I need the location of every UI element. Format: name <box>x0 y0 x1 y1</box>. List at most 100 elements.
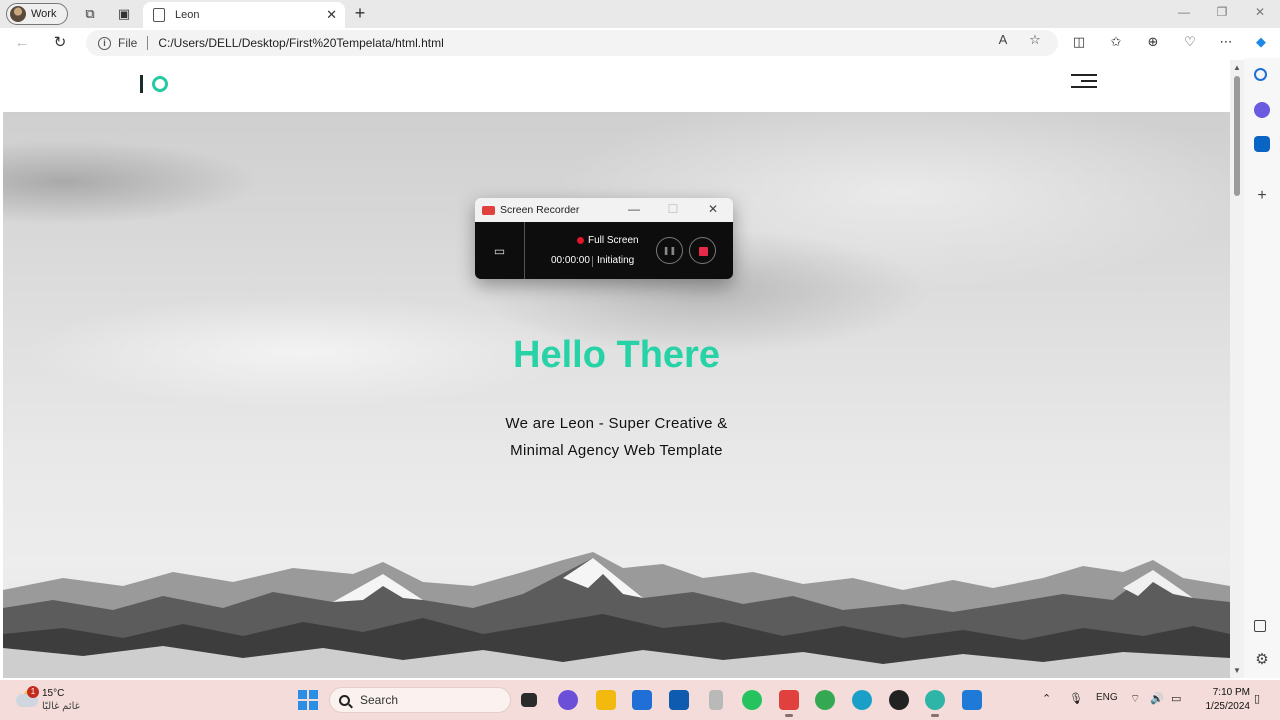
search-label: Search <box>360 693 399 707</box>
minimize-icon[interactable]: — <box>1174 5 1194 19</box>
weather-widget[interactable]: 1 15°C غائم غالبًا <box>14 686 94 716</box>
file-explorer-icon[interactable] <box>596 690 616 710</box>
site-logo[interactable] <box>140 75 168 93</box>
wifi-icon[interactable]: ⌔ <box>1130 692 1140 706</box>
more-options-icon[interactable]: ⋯ <box>1216 34 1236 50</box>
notifications-icon[interactable]: ▯ <box>1254 692 1260 705</box>
address-url[interactable]: C:/Users/DELL/Desktop/First%20Tempelata/… <box>158 36 443 50</box>
recording-dot-icon <box>577 237 584 244</box>
clock-time: 7:10 PM <box>1212 687 1250 698</box>
clock-date: 1/25/2024 <box>1205 701 1251 712</box>
tab-actions-icon[interactable]: ▣ <box>116 6 132 22</box>
hero-subtitle-line-1: We are Leon - Super Creative & <box>505 415 728 432</box>
hidden-icons-chevron-icon[interactable]: ⌃ <box>1042 692 1051 705</box>
recorder-maximize-icon: ☐ <box>667 202 679 216</box>
volume-icon[interactable]: 🔊 <box>1150 692 1164 705</box>
logo-bar <box>140 75 143 93</box>
mountains-image <box>3 552 1230 678</box>
refresh-icon[interactable]: ↻ <box>50 34 70 52</box>
browser-essentials-icon[interactable]: ♡ <box>1180 34 1200 50</box>
hero-title: Hello There <box>513 334 720 376</box>
language-indicator[interactable]: ENG <box>1096 692 1118 703</box>
menu-hamburger-icon[interactable] <box>1071 74 1097 90</box>
whatsapp-icon[interactable] <box>742 690 762 710</box>
recording-mode: Full Screen <box>588 235 639 246</box>
usb-drive-icon[interactable] <box>709 690 723 710</box>
pause-button[interactable]: ❚❚ <box>656 237 683 264</box>
search-icon[interactable] <box>1254 68 1267 81</box>
media-player-icon[interactable] <box>889 690 909 710</box>
taskbar: 1 15°C غائم غالبًا Search ⌃ 🎙 ENG ⌔ 🔊 ▭ … <box>0 680 1280 720</box>
document-icon <box>153 8 165 22</box>
logo-circle <box>152 76 168 92</box>
read-aloud-icon[interactable]: A <box>994 32 1012 47</box>
recorder-title: Screen Recorder <box>500 204 580 216</box>
settings-gear-icon[interactable]: ⚙ <box>1254 652 1270 668</box>
avatar <box>10 6 26 22</box>
stop-icon <box>699 247 708 256</box>
maximize-icon[interactable]: ❐ <box>1212 5 1232 19</box>
store-icon[interactable] <box>669 690 689 710</box>
hero-subtitle-line-2: Minimal Agency Web Template <box>510 442 723 459</box>
weather-temperature: 15°C <box>42 688 65 699</box>
split-screen-icon[interactable]: ◫ <box>1069 34 1089 50</box>
address-divider <box>147 36 149 50</box>
collections-icon[interactable]: ⊕ <box>1143 34 1163 50</box>
video-camera-icon <box>482 205 495 215</box>
new-tab-button[interactable]: + <box>350 3 370 24</box>
address-bar[interactable]: i File C:/Users/DELL/Desktop/First%20Tem… <box>86 30 1058 56</box>
open-folder-icon[interactable]: ▭ <box>475 222 525 279</box>
battery-icon[interactable]: ▭ <box>1171 692 1181 705</box>
scroll-up-arrow-icon[interactable]: ▲ <box>1233 63 1241 72</box>
edge-sidebar: + ⚙ <box>1244 58 1280 678</box>
info-icon[interactable]: i <box>98 36 111 50</box>
edge-active-icon[interactable] <box>925 690 945 717</box>
site-header <box>3 60 1230 112</box>
page-scrollbar[interactable]: ▲ ▼ <box>1230 60 1244 678</box>
tab-title: Leon <box>175 9 200 21</box>
task-view-icon[interactable] <box>521 693 537 707</box>
recording-time: 00:00:00 <box>551 255 590 266</box>
recorder-title-bar: Screen Recorder — ☐ ✕ <box>475 198 733 222</box>
screen-recorder-taskbar-icon[interactable] <box>779 690 799 717</box>
back-arrow-icon[interactable]: ← <box>12 34 32 52</box>
microphone-icon[interactable]: 🎙 <box>1069 692 1083 705</box>
teams-chat-icon[interactable] <box>558 690 578 710</box>
hero-subtitle: We are Leon - Super Creative & Minimal A… <box>3 410 1230 464</box>
profile-button[interactable]: Work <box>6 3 68 25</box>
scroll-down-arrow-icon[interactable]: ▼ <box>1233 666 1241 675</box>
workspaces-icon[interactable]: ⧉ <box>82 6 98 22</box>
edge-icon[interactable] <box>852 690 872 710</box>
vscode-icon[interactable] <box>962 690 982 710</box>
outlook-icon[interactable] <box>1254 136 1270 152</box>
sidebar-toggle-icon[interactable] <box>1254 620 1266 632</box>
close-tab-icon[interactable]: ✕ <box>326 7 337 23</box>
favorite-star-icon[interactable]: ☆ <box>1026 32 1044 48</box>
browser-toolbar: ← ↻ i File C:/Users/DELL/Desktop/First%2… <box>0 28 1280 58</box>
address-scheme: File <box>118 36 138 50</box>
weather-badge: 1 <box>27 686 39 698</box>
copilot-app-icon[interactable] <box>1254 102 1270 118</box>
recorder-divider <box>592 256 593 267</box>
search-icon <box>339 694 350 706</box>
start-windows-icon[interactable] <box>298 690 318 710</box>
hero-section: Hello There We are Leon - Super Creative… <box>3 112 1230 678</box>
mail-icon[interactable] <box>632 690 652 710</box>
page-viewport: Hello There We are Leon - Super Creative… <box>3 60 1230 678</box>
recorder-close-icon[interactable]: ✕ <box>705 202 721 216</box>
taskbar-clock[interactable]: 7:10 PM 1/25/2024 <box>1190 686 1251 714</box>
scroll-thumb[interactable] <box>1234 76 1240 196</box>
favorites-icon[interactable]: ✩ <box>1106 34 1126 50</box>
taskbar-search[interactable]: Search <box>329 687 511 713</box>
recorder-minimize-icon[interactable]: — <box>626 202 642 216</box>
tab-leon[interactable]: Leon ✕ <box>143 2 345 28</box>
close-window-icon[interactable]: ✕ <box>1250 5 1270 19</box>
recorder-body: ▭ Full Screen 00:00:00 Initiating ❚❚ <box>475 222 733 279</box>
browser-title-bar: Work ⧉ ▣ Leon ✕ + — ❐ ✕ <box>0 0 1280 28</box>
add-icon[interactable]: + <box>1254 188 1270 204</box>
weather-description: غائم غالبًا <box>42 701 80 712</box>
chrome-icon[interactable] <box>815 690 835 710</box>
stop-button[interactable] <box>689 237 716 264</box>
copilot-icon[interactable]: ◆ <box>1251 34 1271 50</box>
screen: Work ⧉ ▣ Leon ✕ + — ❐ ✕ ← ↻ i File C:/Us… <box>0 0 1280 720</box>
